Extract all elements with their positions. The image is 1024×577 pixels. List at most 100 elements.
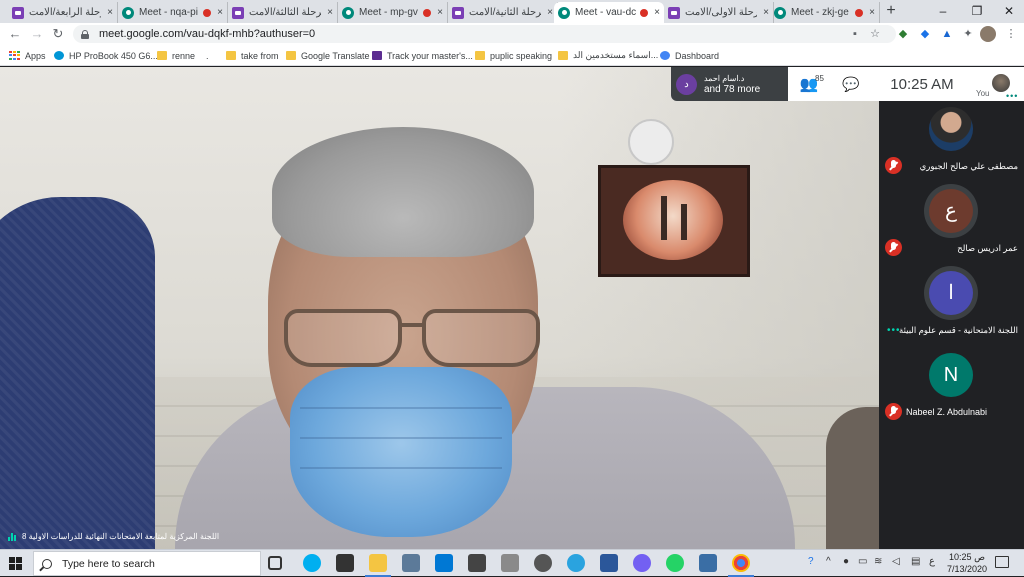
wifi-icon[interactable]: ≋ <box>874 556 882 567</box>
profile-avatar[interactable] <box>980 26 996 42</box>
task-view-icon[interactable] <box>268 556 282 570</box>
classroom-icon <box>452 6 464 19</box>
browser-tab[interactable]: المرحلة الرابعة/الامت × <box>8 2 118 23</box>
telegram-icon[interactable] <box>567 554 585 572</box>
photos-icon[interactable] <box>699 554 717 572</box>
main-video-feed[interactable]: اللجنة المركزية لمتابعة الامتحانات النها… <box>0 67 879 549</box>
tray-chevron-icon[interactable]: ^ <box>826 556 831 567</box>
face-mask <box>290 367 512 537</box>
file-explorer-icon[interactable] <box>365 554 391 577</box>
participant-name: مصطفى علي صالح الجبوري <box>919 161 1018 171</box>
browser-tab[interactable]: Meet - mp-gv × <box>338 2 448 23</box>
extension-icon[interactable]: ◆ <box>917 26 933 42</box>
address-bar[interactable]: meet.google.com/vau-dqkf-mhb?authuser=0 <box>73 25 896 43</box>
tab-close-icon[interactable]: × <box>869 7 875 18</box>
camera-icon[interactable]: ▪ <box>847 26 863 42</box>
word-icon[interactable] <box>600 554 618 572</box>
url-text: meet.google.com/vau-dqkf-mhb?authuser=0 <box>99 28 316 40</box>
browser-tab[interactable]: المرحلة الثالثة/الامت × <box>228 2 338 23</box>
app-icon[interactable] <box>534 554 552 572</box>
forward-button[interactable]: → <box>28 25 46 43</box>
presenter-avatar: د <box>676 73 697 95</box>
bookmark-apps[interactable]: Apps <box>9 48 46 63</box>
recording-icon <box>640 8 649 17</box>
close-window-button[interactable]: ✕ <box>992 0 1024 22</box>
bookmark-star-icon[interactable]: ☆ <box>867 26 883 42</box>
people-button[interactable]: 👥 85 <box>788 67 830 101</box>
participant-tile[interactable]: ا ••• اللجنة الامتحانية - قسم علوم البيئ… <box>879 265 1024 347</box>
bookmark-item[interactable]: . <box>206 48 209 63</box>
bookmark-item[interactable]: take from <box>226 48 279 63</box>
speaker-glasses <box>262 309 552 373</box>
classroom-icon <box>668 6 680 19</box>
bookmark-item[interactable]: اسماء مستخدمين الد... <box>558 48 658 63</box>
menu-kebab-icon[interactable]: ⋮ <box>1003 26 1019 42</box>
bookmark-item[interactable]: puplic speaking <box>475 48 552 63</box>
extension-icon[interactable]: ◆ <box>895 26 911 42</box>
notification-icon[interactable] <box>995 556 1009 568</box>
maximize-button[interactable]: ❐ <box>960 0 994 22</box>
bookmark-item[interactable]: Dashboard <box>660 48 719 63</box>
tab-close-icon[interactable]: × <box>547 7 553 18</box>
bookmark-item[interactable]: Google Translate <box>286 48 370 63</box>
ime-icon[interactable]: ▤ <box>911 556 920 567</box>
participant-tile[interactable]: مصطفى علي صالح الجبوري <box>879 101 1024 183</box>
lock-icon[interactable] <box>81 29 89 39</box>
recording-icon <box>423 8 432 17</box>
store-icon[interactable] <box>336 554 354 572</box>
chat-button[interactable]: 💬 <box>830 67 872 101</box>
mail-icon[interactable] <box>435 554 453 572</box>
bookmark-item[interactable]: HP ProBook 450 G6... <box>54 48 158 63</box>
microphone-icon[interactable]: ● <box>843 556 849 567</box>
system-clock[interactable]: 10:25 ص 7/13/2020 <box>944 551 990 575</box>
extensions-puzzle-icon[interactable]: ✦ <box>960 26 976 42</box>
minimize-button[interactable]: – <box>926 0 960 22</box>
bookmark-item[interactable]: renne <box>157 48 195 63</box>
tab-title: المرحلة الثانية/الامت <box>469 7 542 18</box>
new-tab-button[interactable]: + <box>882 2 900 20</box>
meet-top-bar: 👥 85 💬 10:25 AM You ••• <box>788 67 1024 101</box>
tab-title: المرحلة الثالثة/الامت <box>249 7 322 18</box>
extension-icon[interactable]: ▲ <box>939 26 955 42</box>
back-button[interactable]: ← <box>6 25 24 43</box>
tab-title: المرحلة الاولى/الامت <box>685 7 757 18</box>
bookmark-item[interactable]: Track your master's... <box>372 48 473 63</box>
chrome-icon[interactable] <box>728 554 754 577</box>
meeting-time: 10:25 AM <box>890 75 954 93</box>
tab-close-icon[interactable]: × <box>763 7 769 18</box>
app-icon[interactable] <box>402 554 420 572</box>
clock-time: 10:25 ص <box>949 552 985 562</box>
apps-icon <box>9 51 20 60</box>
help-icon[interactable]: ? <box>808 556 814 567</box>
audio-level-icon <box>8 532 18 541</box>
folder-icon <box>286 51 296 60</box>
calculator-icon[interactable] <box>501 554 519 572</box>
windows-start-icon[interactable] <box>9 557 22 570</box>
app-icon[interactable] <box>468 554 486 572</box>
browser-tab[interactable]: المرحلة الاولى/الامت × <box>664 2 774 23</box>
volume-icon[interactable]: ◁ <box>892 556 900 567</box>
browser-tab[interactable]: المرحلة الثانية/الامت × <box>448 2 558 23</box>
classroom-icon <box>232 6 244 19</box>
browser-tab[interactable]: Meet - nqa-pi × <box>118 2 228 23</box>
participants-chip[interactable]: د د.اسام احمد and 78 more <box>671 67 788 101</box>
skype-icon[interactable] <box>303 554 321 572</box>
viber-icon[interactable] <box>633 554 651 572</box>
self-view[interactable]: You ••• <box>972 67 1020 101</box>
language-indicator[interactable]: ع <box>929 556 935 567</box>
participant-tile[interactable]: N Nabeel Z. Abdulnabi <box>879 347 1024 429</box>
tab-close-icon[interactable]: × <box>217 7 223 18</box>
whatsapp-icon[interactable] <box>666 554 684 572</box>
participant-avatar: ع <box>929 189 973 233</box>
tab-close-icon[interactable]: × <box>437 7 443 18</box>
browser-tab-active[interactable]: Meet - vau-dc × <box>554 2 664 23</box>
reload-button[interactable]: ↻ <box>49 25 67 43</box>
tab-close-icon[interactable]: × <box>654 7 660 18</box>
taskbar-search-box[interactable]: Type here to search <box>33 551 261 576</box>
tab-close-icon[interactable]: × <box>327 7 333 18</box>
participant-count: 85 <box>815 74 824 83</box>
browser-tab[interactable]: Meet - zkj-ge × <box>770 2 880 23</box>
participant-tile[interactable]: ع عمر ادريس صالح <box>879 183 1024 265</box>
battery-icon[interactable]: ▭ <box>858 556 867 567</box>
tab-close-icon[interactable]: × <box>107 7 113 18</box>
